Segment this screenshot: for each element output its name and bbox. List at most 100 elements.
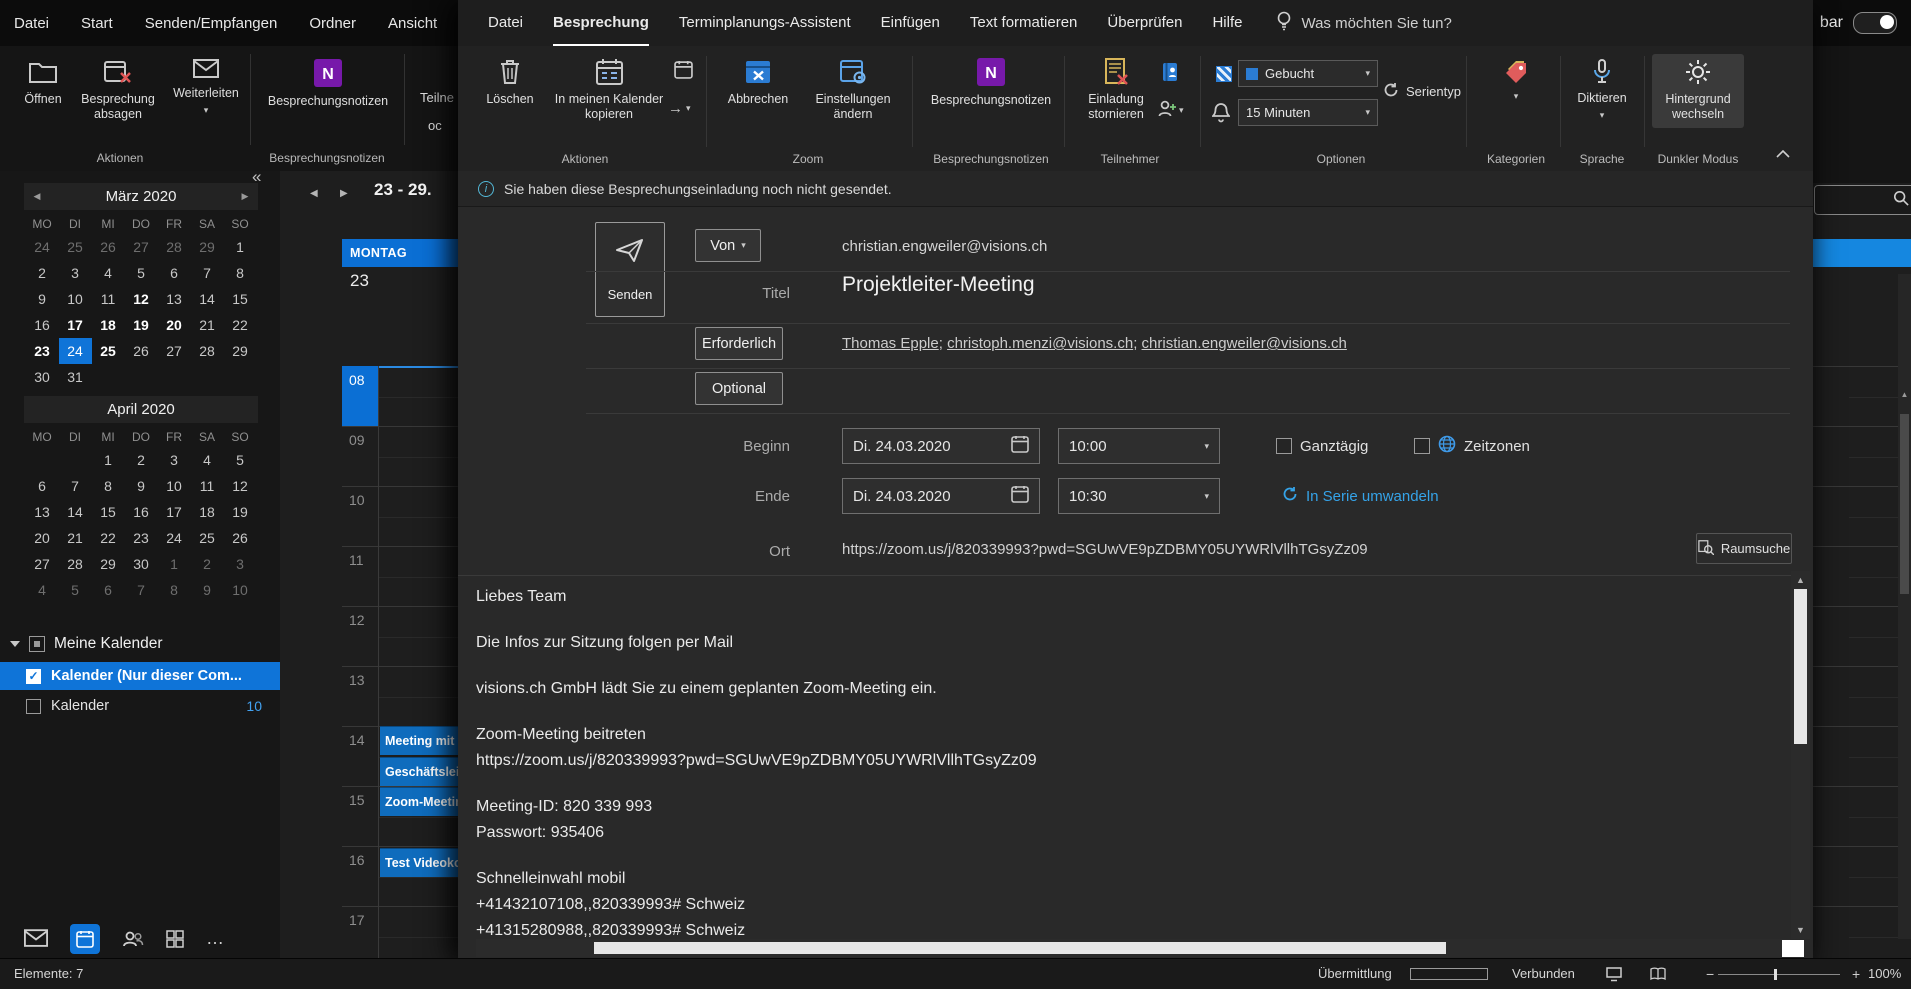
- date-cell[interactable]: 26: [92, 234, 125, 260]
- mini-calendar-button[interactable]: [674, 60, 693, 82]
- start-date-field[interactable]: Di. 24.03.2020: [842, 428, 1040, 464]
- date-cell[interactable]: 19: [224, 499, 257, 525]
- date-cell[interactable]: 29: [191, 234, 224, 260]
- date-cell[interactable]: 1: [158, 551, 191, 577]
- date-cell[interactable]: 23: [125, 525, 158, 551]
- date-cell[interactable]: 10: [158, 473, 191, 499]
- menu-item-senden-empfangen[interactable]: Senden/Empfangen: [145, 15, 278, 32]
- change-settings-button[interactable]: Einstellungen ändern: [800, 58, 906, 121]
- new-outlook-toggle[interactable]: [1853, 12, 1897, 34]
- date-cell[interactable]: 13: [26, 499, 59, 525]
- delete-button[interactable]: Löschen: [480, 58, 540, 107]
- reading-view-button[interactable]: [1650, 967, 1666, 984]
- tab-besprechung[interactable]: Besprechung: [553, 0, 649, 46]
- send-button[interactable]: Senden: [595, 222, 665, 317]
- tab-einfügen[interactable]: Einfügen: [881, 0, 940, 46]
- body-horizontal-scrollbar[interactable]: [476, 939, 1790, 957]
- tab-terminplanungs-assistent[interactable]: Terminplanungs-Assistent: [679, 0, 851, 46]
- selected-day-column-header[interactable]: [1813, 239, 1911, 267]
- scroll-up-icon[interactable]: ▲: [1791, 575, 1810, 585]
- date-cell[interactable]: 31: [59, 364, 92, 390]
- time-zones-checkbox[interactable]: [1414, 438, 1430, 454]
- tab-datei[interactable]: Datei: [488, 0, 523, 46]
- date-cell[interactable]: 27: [158, 338, 191, 364]
- title-input[interactable]: Projektleiter-Meeting: [842, 273, 1035, 297]
- date-cell[interactable]: 12: [224, 473, 257, 499]
- date-cell[interactable]: 14: [59, 499, 92, 525]
- menu-item-start[interactable]: Start: [81, 15, 113, 32]
- normal-view-button[interactable]: [1606, 967, 1622, 985]
- mail-nav-button[interactable]: [24, 929, 48, 948]
- date-cell[interactable]: 6: [92, 577, 125, 603]
- date-cell[interactable]: 4: [191, 447, 224, 473]
- calendar-list-item[interactable]: Kalender 10: [0, 692, 280, 720]
- tell-me-box[interactable]: Was möchten Sie tun?: [1276, 11, 1451, 35]
- address-book-button[interactable]: [1160, 62, 1180, 85]
- tab-hilfe[interactable]: Hilfe: [1212, 0, 1242, 46]
- switch-background-button[interactable]: Hintergrund wechseln: [1652, 54, 1744, 128]
- date-cell[interactable]: 2: [26, 260, 59, 286]
- required-recipients[interactable]: Thomas Epple; christoph.menzi@visions.ch…: [842, 335, 1347, 352]
- date-cell[interactable]: 17: [59, 312, 92, 338]
- hour-row[interactable]: [1813, 606, 1898, 666]
- tab-text-formatieren[interactable]: Text formatieren: [970, 0, 1078, 46]
- apps-grid-nav-button[interactable]: [166, 930, 184, 948]
- location-input[interactable]: https://zoom.us/j/820339993?pwd=SGUwVE9p…: [842, 541, 1368, 558]
- forward-split-button[interactable]: → ▾: [668, 100, 691, 117]
- menu-item-ordner[interactable]: Ordner: [309, 15, 356, 32]
- date-cell[interactable]: 27: [26, 551, 59, 577]
- from-button[interactable]: Von ▾: [695, 229, 761, 262]
- date-cell[interactable]: 5: [125, 260, 158, 286]
- previous-week-button[interactable]: ◀: [304, 187, 324, 200]
- date-cell[interactable]: 7: [125, 577, 158, 603]
- hour-row[interactable]: [1813, 726, 1898, 786]
- date-cell[interactable]: 2: [191, 551, 224, 577]
- cancel-zoom-button[interactable]: Abbrechen: [720, 58, 796, 107]
- calendar-event[interactable]: Zoom-Meeting Ra: [380, 787, 458, 816]
- date-cell[interactable]: 9: [26, 286, 59, 312]
- date-cell[interactable]: 8: [92, 473, 125, 499]
- all-day-option[interactable]: Ganztägig: [1276, 428, 1368, 464]
- hour-row[interactable]: [1813, 486, 1898, 546]
- room-finder-button[interactable]: Raumsuche: [1696, 533, 1792, 564]
- hour-row[interactable]: [1813, 846, 1898, 906]
- reminder-dropdown[interactable]: 15 Minuten ▾: [1238, 99, 1378, 126]
- hour-row[interactable]: [1813, 546, 1898, 606]
- date-cell[interactable]: 29: [224, 338, 257, 364]
- calendar-list-item-selected[interactable]: ✓ Kalender (Nur dieser Com...: [0, 662, 280, 690]
- date-picker-icon[interactable]: [1011, 485, 1029, 507]
- calendar-scrollbar[interactable]: ▲: [1898, 274, 1911, 939]
- date-cell[interactable]: 6: [158, 260, 191, 286]
- date-cell[interactable]: 25: [59, 234, 92, 260]
- date-cell[interactable]: 7: [59, 473, 92, 499]
- forward-button[interactable]: Weiterleiten ▾: [164, 58, 248, 116]
- categorize-button[interactable]: ▾: [1488, 58, 1544, 102]
- date-cell[interactable]: 18: [191, 499, 224, 525]
- make-recurring-link[interactable]: In Serie umwandeln: [1276, 478, 1445, 514]
- optional-button[interactable]: Optional: [695, 372, 783, 405]
- cancel-invitation-button[interactable]: Einladung stornieren: [1074, 58, 1158, 121]
- date-cell[interactable]: 10: [59, 286, 92, 312]
- date-cell[interactable]: 19: [125, 312, 158, 338]
- menu-item-ansicht[interactable]: Ansicht: [388, 15, 437, 32]
- hour-row[interactable]: [1813, 366, 1898, 426]
- date-cell[interactable]: 30: [125, 551, 158, 577]
- scrollbar-thumb[interactable]: [1794, 589, 1807, 744]
- date-cell[interactable]: 2: [125, 447, 158, 473]
- date-cell[interactable]: 21: [191, 312, 224, 338]
- date-cell[interactable]: 8: [158, 577, 191, 603]
- calendar-event[interactable]: Test Videokonfer: [380, 848, 458, 877]
- recipient-link[interactable]: christian.engweiler@visions.ch: [1142, 335, 1347, 352]
- date-cell[interactable]: 4: [92, 260, 125, 286]
- date-cell[interactable]: 1: [224, 234, 257, 260]
- zoom-slider-knob[interactable]: [1774, 969, 1777, 980]
- date-cell[interactable]: 26: [224, 525, 257, 551]
- collapse-sidebar-button[interactable]: «: [246, 166, 267, 188]
- date-cell[interactable]: 22: [224, 312, 257, 338]
- date-cell[interactable]: 16: [26, 312, 59, 338]
- calendar-event[interactable]: Meeting mit visio: [380, 726, 458, 755]
- date-cell[interactable]: 10: [224, 577, 257, 603]
- checkbox-icon[interactable]: [26, 699, 41, 714]
- hour-row[interactable]: [1813, 666, 1898, 726]
- scrollbar-thumb[interactable]: [594, 942, 1446, 954]
